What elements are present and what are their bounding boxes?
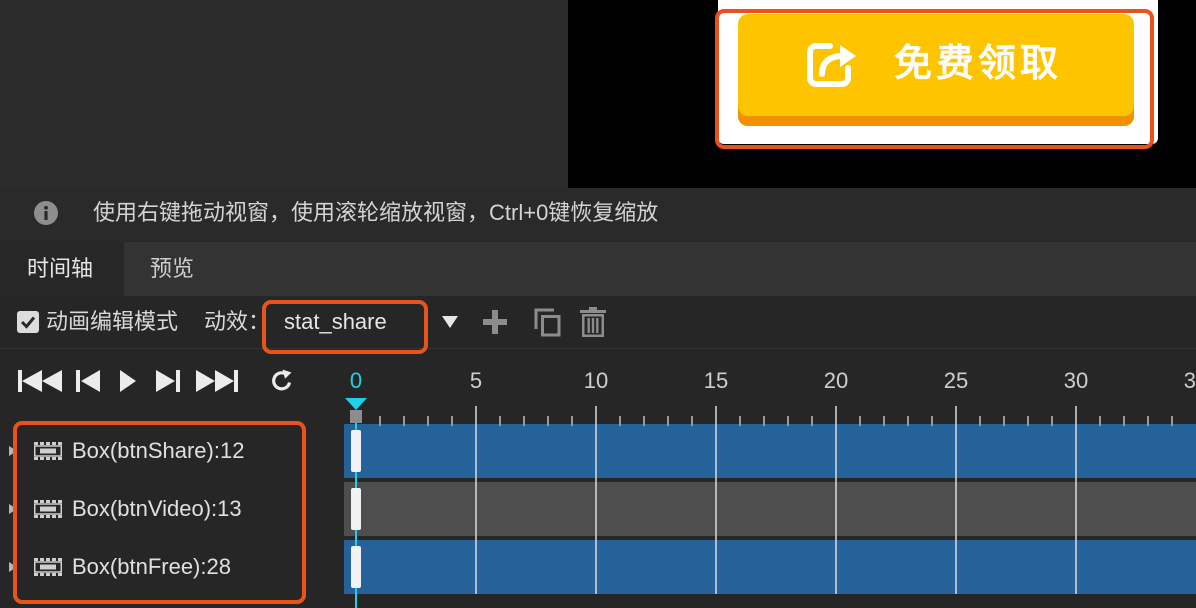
edit-mode-label[interactable]: 动画编辑模式 [46, 309, 178, 335]
ruler-label: 30 [1063, 368, 1089, 393]
track-row[interactable]: Box(btnVideo):13 [0, 482, 1196, 536]
copy-icon[interactable] [533, 307, 561, 337]
ruler-label: 0 [349, 368, 363, 393]
effect-label: 动效： [204, 309, 271, 334]
expand-arrow-icon[interactable] [9, 504, 17, 514]
ruler-label: 5 [469, 368, 483, 393]
box-node-icon [34, 442, 62, 460]
keyframe[interactable] [351, 546, 361, 588]
panel-tabs: 时间轴 预览 [0, 242, 1196, 296]
ruler-label: 15 [703, 368, 729, 393]
expand-arrow-icon[interactable] [9, 562, 17, 572]
ruler-label: 3 [1183, 368, 1196, 393]
plus-icon[interactable] [482, 309, 508, 335]
box-node-icon [34, 558, 62, 576]
edit-mode-checkbox[interactable] [17, 311, 39, 333]
ruler-label: 25 [943, 368, 969, 393]
track-row[interactable]: Box(btnFree):28 [0, 540, 1196, 594]
hint-bar: 使用右键拖动视窗，使用滚轮缩放视窗，Ctrl+0键恢复缩放 [0, 188, 1196, 241]
track-label: Box(btnFree):28 [72, 554, 231, 579]
tab-timeline-label: 时间轴 [27, 256, 94, 281]
free-claim-button-label: 免费领取 [894, 43, 1063, 85]
playhead-handle[interactable] [345, 398, 367, 423]
track-bar[interactable] [344, 540, 1196, 594]
box-node-icon [34, 500, 62, 518]
keyframe[interactable] [351, 430, 361, 472]
trash-icon[interactable] [580, 307, 606, 337]
dialog-panel: 免费领取 [718, 0, 1158, 144]
tab-timeline[interactable]: 时间轴 [0, 242, 124, 296]
effect-select[interactable]: stat_share [266, 302, 424, 342]
toolbar-divider [0, 348, 1196, 349]
dropdown-arrow-icon[interactable] [442, 316, 458, 328]
track-label: Box(btnVideo):13 [72, 496, 242, 521]
ruler-label: 10 [583, 368, 609, 393]
expand-arrow-icon[interactable] [9, 446, 17, 456]
track-bar[interactable] [344, 482, 1196, 536]
timeline-panel: 动画编辑模式 动效： stat_share 0 5 10 15 20 25 30… [0, 296, 1196, 608]
keyframe[interactable] [351, 488, 361, 530]
tab-preview[interactable]: 预览 [124, 242, 224, 296]
track-label: Box(btnShare):12 [72, 438, 245, 463]
tab-preview-label: 预览 [150, 256, 195, 281]
track-bar[interactable] [344, 424, 1196, 478]
stage-preview[interactable]: 免费领取 [568, 0, 1196, 188]
ruler-label: 20 [823, 368, 849, 393]
effect-select-value: stat_share [284, 309, 387, 334]
timeline-ruler[interactable]: 0 5 10 15 20 25 30 3 [0, 368, 1196, 394]
track-row[interactable]: Box(btnShare):12 [0, 424, 1196, 478]
hint-text: 使用右键拖动视窗，使用滚轮缩放视窗，Ctrl+0键恢复缩放 [93, 200, 659, 225]
info-icon [34, 201, 58, 225]
scene-viewport[interactable]: 免费领取 [0, 0, 1196, 188]
free-claim-button[interactable]: 免费领取 [738, 14, 1134, 126]
share-icon [806, 40, 858, 88]
